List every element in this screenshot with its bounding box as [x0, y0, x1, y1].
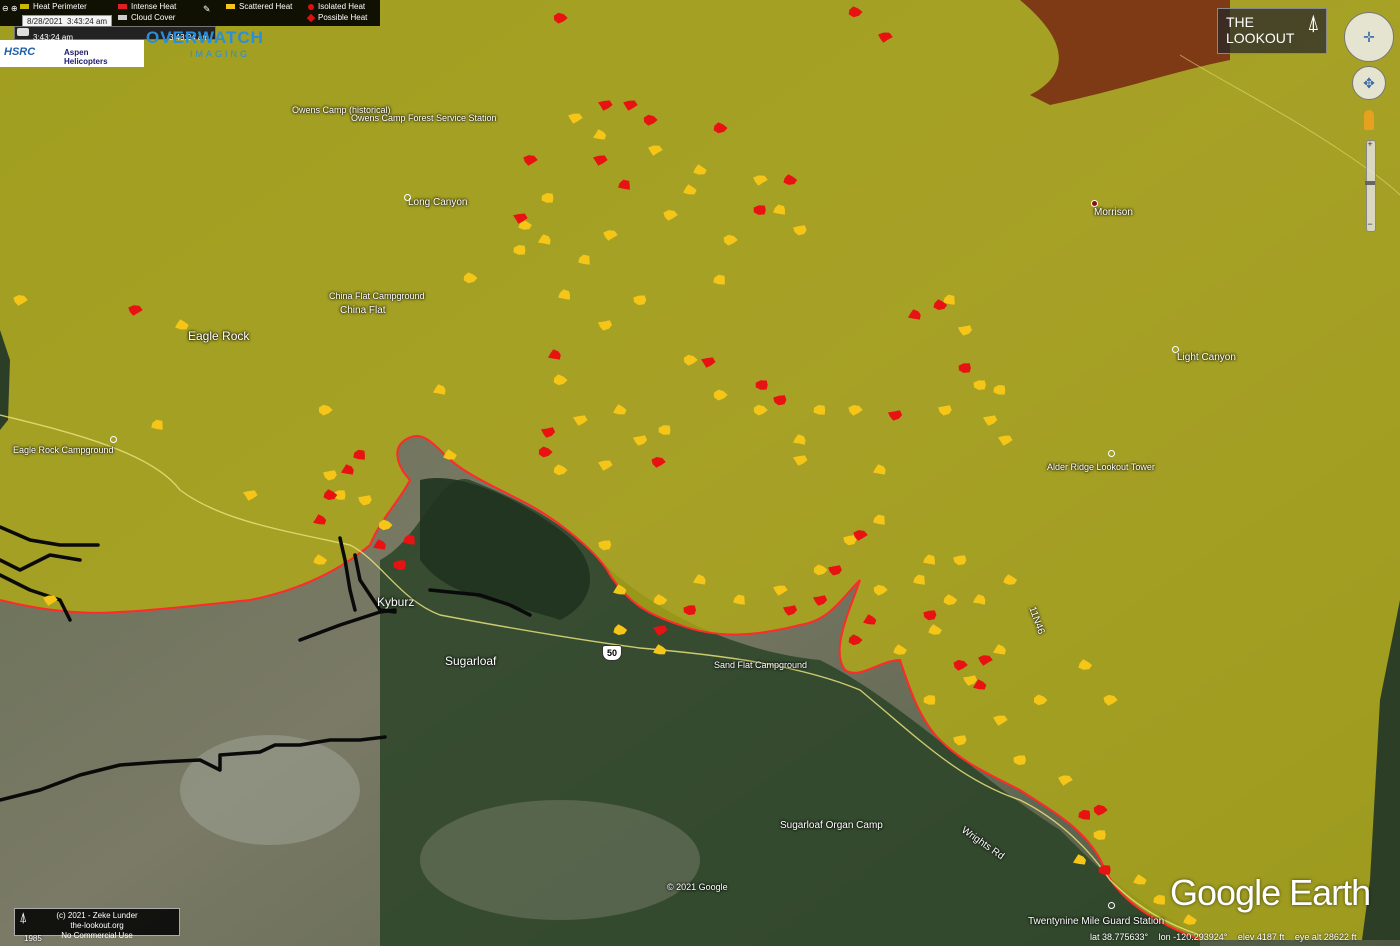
compass-ring-icon[interactable]: ✛ — [1344, 12, 1394, 62]
credit-tower-icon: ⍋ — [19, 909, 28, 925]
poi-morrison-icon — [1091, 200, 1098, 207]
legend-dot — [306, 13, 316, 22]
status-elev: elev 4187 ft — [1237, 932, 1285, 942]
legend-swatch — [118, 4, 127, 9]
satellite-map[interactable] — [0, 0, 1400, 946]
label-sand-flat: Sand Flat Campground — [714, 660, 808, 670]
label-morrison: Morrison — [1094, 207, 1133, 218]
label-owens-station: Owens Camp Forest Service Station — [351, 113, 497, 123]
legend-label: Intense Heat — [131, 2, 177, 11]
hsrc-logo: HSRC — [4, 46, 36, 58]
legend-item-possible-heat: Possible Heat — [306, 13, 368, 22]
poi-alder-ridge-icon — [1108, 450, 1115, 457]
lookout-line1: THE — [1226, 14, 1254, 30]
lookout-line2: LOOKOUT — [1226, 30, 1295, 46]
time-slider-thumb[interactable] — [17, 28, 29, 36]
wrench-icon[interactable]: ✎ — [203, 4, 211, 15]
label-eagle-rock: Eagle Rock — [188, 329, 250, 343]
label-china-flat: China Flat — [340, 305, 386, 316]
status-bar: lat 38.775633° lon -120.293924° elev 418… — [1090, 932, 1364, 942]
rocky-patch — [180, 735, 360, 845]
legend-item-intense-heat: Intense Heat — [118, 2, 176, 11]
zoom-slider[interactable]: + − — [1365, 139, 1376, 232]
credit-box: ⍋ (c) 2021 - Zeke Lunder the-lookout.org… — [14, 908, 180, 940]
google-earth-logo: Google Earth — [1170, 872, 1371, 913]
poi-eagle-rock-cg-icon — [110, 436, 117, 443]
status-lat: lat 38.775633° — [1090, 932, 1149, 942]
label-light-canyon: Light Canyon — [1177, 352, 1236, 363]
credit-line1: (c) 2021 - Zeke Lunder — [56, 911, 138, 920]
legend-item-cloud-cover: Cloud Cover — [118, 13, 175, 22]
legend-label: Isolated Heat — [318, 2, 366, 11]
legend-item-isolated-heat: Isolated Heat — [308, 2, 365, 11]
legend-swatch — [118, 15, 127, 20]
tower-icon: ⍋ — [1306, 10, 1320, 35]
credit-line2: the-lookout.org — [70, 921, 124, 930]
label-long-canyon: Long Canyon — [408, 197, 468, 208]
label-alder-ridge: Alder Ridge Lookout Tower — [1047, 462, 1155, 472]
status-eye-alt: eye alt 28622 ft — [1294, 932, 1357, 942]
label-china-flat-campground: China Flat Campground — [329, 291, 425, 301]
legend-item-heat-perimeter: Heat Perimeter — [20, 2, 87, 11]
timestamp-time: 3:43:24 am — [67, 17, 108, 26]
legend-label: Heat Perimeter — [33, 2, 87, 11]
legend-label: Cloud Cover — [131, 13, 176, 22]
overwatch-sub: IMAGING — [190, 49, 251, 59]
legend-swatch — [20, 4, 29, 9]
zoom-tools[interactable]: ⊖ ⊕ — [2, 4, 18, 13]
poi-twentynine-icon — [1108, 902, 1115, 909]
zoom-out-icon[interactable]: − — [1366, 219, 1374, 229]
legend-swatch — [226, 4, 235, 9]
legend-label: Possible Heat — [318, 13, 368, 22]
the-lookout-logo: THE LOOKOUT ⍋ — [1217, 8, 1327, 54]
highway-50-shield: 50 — [602, 645, 622, 661]
overwatch-logo: OVERWATCH — [146, 28, 264, 47]
label-twentynine-mile: Twentynine Mile Guard Station — [1028, 916, 1165, 927]
street-view-icon[interactable] — [1364, 110, 1374, 130]
legend-item-scattered-heat: Scattered Heat — [226, 2, 292, 11]
timestamp-date: 8/28/2021 — [27, 17, 63, 26]
label-eagle-rock-campground: Eagle Rock Campground — [13, 445, 114, 455]
status-lon: lon -120.293924° — [1158, 932, 1228, 942]
poi-long-canyon-icon — [404, 194, 411, 201]
legend-dot — [308, 3, 314, 10]
zoom-thumb[interactable] — [1365, 181, 1375, 185]
label-sugarloaf-organ: Sugarloaf Organ Camp — [780, 820, 883, 831]
aspen-logo: Aspen Helicopters — [64, 48, 108, 66]
sponsor-logos: HSRC Aspen Helicopters — [0, 40, 144, 67]
imagery-year: 1985 — [24, 934, 42, 943]
label-kyburz: Kyburz — [377, 595, 415, 609]
zoom-in-icon[interactable]: + — [1366, 139, 1374, 149]
rocky-patch-2 — [420, 800, 700, 920]
pan-control-icon[interactable]: ✥ — [1352, 66, 1386, 100]
google-copyright: © 2021 Google — [667, 882, 728, 892]
legend-label: Scattered Heat — [239, 2, 293, 11]
label-sugarloaf: Sugarloaf — [445, 654, 497, 668]
